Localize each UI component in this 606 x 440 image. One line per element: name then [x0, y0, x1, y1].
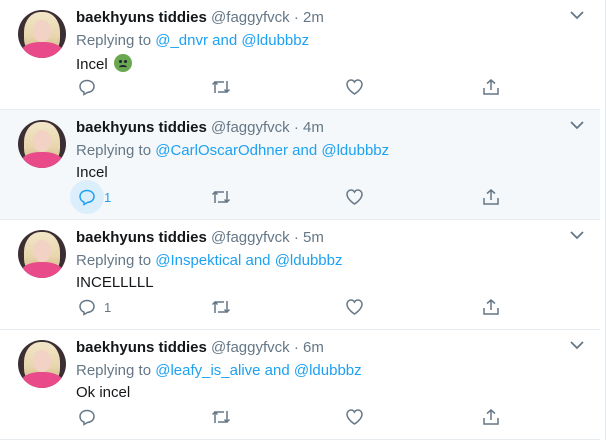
tweet[interactable]: baekhyuns tiddies @faggyfvck · 5m Replyi… [0, 220, 600, 330]
display-name[interactable]: baekhyuns tiddies [76, 229, 207, 246]
share-icon [483, 409, 499, 425]
reply-icon [79, 79, 95, 96]
retweet-button[interactable] [211, 186, 231, 208]
user-handle[interactable]: @faggyfvck [211, 339, 290, 356]
reply-count: 1 [104, 299, 112, 315]
mention-link[interactable]: @CarlOscarOdhner [155, 142, 288, 159]
user-handle[interactable]: @faggyfvck [211, 229, 290, 246]
tweet-text: Incel [76, 54, 132, 73]
share-button[interactable] [482, 186, 500, 208]
user-handle[interactable]: @faggyfvck [211, 119, 290, 136]
like-button[interactable] [345, 76, 364, 98]
tweet-body: Incel [76, 164, 108, 181]
like-button[interactable] [345, 186, 364, 208]
replying-to: Replying to @CarlOscarOdhner and @ldubbb… [76, 142, 389, 159]
replying-prefix: Replying to [76, 142, 152, 159]
share-button[interactable] [482, 76, 500, 98]
tweet-text: Incel [76, 164, 108, 181]
chevron-down-icon[interactable] [568, 338, 586, 352]
replying-to: Replying to @Inspektical and @ldubbbz [76, 252, 342, 269]
mention-link[interactable]: @ldubbbz [241, 32, 309, 49]
share-icon [483, 79, 499, 95]
retweet-icon [211, 190, 231, 204]
separator-dot: · [293, 119, 299, 136]
like-icon [346, 299, 363, 315]
display-name[interactable]: baekhyuns tiddies [76, 339, 207, 356]
mention-link[interactable]: @ldubbbz [321, 142, 389, 159]
share-button[interactable] [482, 406, 500, 428]
share-icon [483, 299, 499, 315]
timestamp[interactable]: 5m [303, 229, 324, 246]
mention-link[interactable]: @ldubbbz [275, 252, 343, 269]
replying-and: and [292, 142, 318, 159]
share-button[interactable] [482, 296, 500, 318]
tweet-header: baekhyuns tiddies @faggyfvck · 2m [76, 9, 324, 26]
reply-button[interactable] [78, 406, 104, 428]
replying-and: and [212, 32, 238, 49]
tweet-header: baekhyuns tiddies @faggyfvck · 5m [76, 229, 324, 246]
mention-link[interactable]: @leafy_is_alive [155, 362, 260, 379]
share-icon [483, 189, 499, 205]
separator-dot: · [293, 9, 299, 26]
tweet[interactable]: baekhyuns tiddies @faggyfvck · 2m Replyi… [0, 0, 600, 110]
like-icon [346, 409, 363, 425]
tweet-header: baekhyuns tiddies @faggyfvck · 6m [76, 339, 324, 356]
timestamp[interactable]: 6m [303, 339, 324, 356]
tweet-body: Incel [76, 56, 108, 73]
avatar[interactable] [18, 10, 66, 58]
tweet-text: Ok incel [76, 384, 130, 401]
avatar[interactable] [18, 120, 66, 168]
chevron-down-icon[interactable] [568, 8, 586, 22]
display-name[interactable]: baekhyuns tiddies [76, 9, 207, 26]
replying-and: and [245, 252, 271, 269]
chevron-down-icon[interactable] [568, 228, 586, 242]
retweet-button[interactable] [211, 296, 231, 318]
tweet[interactable]: baekhyuns tiddies @faggyfvck · 6m Replyi… [0, 330, 600, 440]
like-icon [346, 79, 363, 95]
avatar[interactable] [18, 340, 66, 388]
reply-button[interactable] [78, 76, 104, 98]
like-button[interactable] [345, 296, 364, 318]
tweet[interactable]: baekhyuns tiddies @faggyfvck · 4m Replyi… [0, 110, 600, 220]
replying-prefix: Replying to [76, 32, 152, 49]
avatar[interactable] [18, 230, 66, 278]
reply-count: 1 [104, 189, 112, 205]
reply-icon [79, 409, 95, 426]
retweet-icon [211, 80, 231, 94]
tweet-body: INCELLLLL [76, 274, 154, 291]
replying-prefix: Replying to [76, 362, 152, 379]
retweet-icon [211, 410, 231, 424]
replying-and: and [264, 362, 290, 379]
retweet-button[interactable] [211, 406, 231, 428]
display-name[interactable]: baekhyuns tiddies [76, 119, 207, 136]
tweet-feed: baekhyuns tiddies @faggyfvck · 2m Replyi… [0, 0, 606, 440]
user-handle[interactable]: @faggyfvck [211, 9, 290, 26]
separator-dot: · [293, 339, 299, 356]
separator-dot: · [293, 229, 299, 246]
tweet-body: Ok incel [76, 384, 131, 401]
retweet-button[interactable] [211, 76, 231, 98]
replying-to: Replying to @_dnvr and @ldubbbz [76, 32, 309, 49]
reply-icon [79, 299, 95, 316]
like-button[interactable] [345, 406, 364, 428]
mention-link[interactable]: @_dnvr [155, 32, 208, 49]
tweet-text: INCELLLLL [76, 274, 154, 291]
chevron-down-icon[interactable] [568, 118, 586, 132]
retweet-icon [211, 300, 231, 314]
reply-icon [79, 189, 95, 206]
timestamp[interactable]: 4m [303, 119, 324, 136]
like-icon [346, 189, 363, 205]
tweet-header: baekhyuns tiddies @faggyfvck · 4m [76, 119, 324, 136]
nauseated-face-emoji [113, 54, 132, 72]
timestamp[interactable]: 2m [303, 9, 324, 26]
replying-to: Replying to @leafy_is_alive and @ldubbbz [76, 362, 362, 379]
mention-link[interactable]: @Inspektical [155, 252, 241, 269]
reply-button[interactable]: 1 [78, 296, 111, 318]
mention-link[interactable]: @ldubbbz [294, 362, 362, 379]
replying-prefix: Replying to [76, 252, 152, 269]
reply-button[interactable]: 1 [70, 180, 112, 214]
